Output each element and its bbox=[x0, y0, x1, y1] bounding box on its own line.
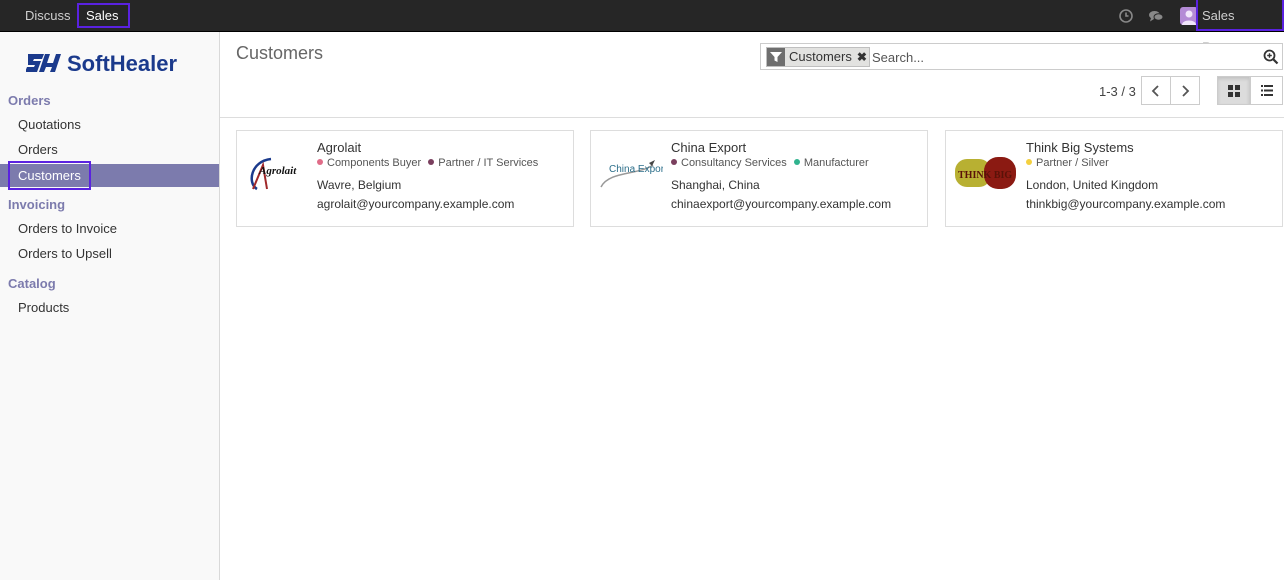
sidebar-item-orders-to-invoice[interactable]: Orders to Invoice bbox=[0, 217, 219, 240]
sidebar-item-orders-to-upsell[interactable]: Orders to Upsell bbox=[0, 242, 219, 265]
section-title-invoicing: Invoicing bbox=[8, 197, 66, 212]
control-panel-divider bbox=[220, 117, 1284, 118]
section-title-catalog: Catalog bbox=[8, 276, 56, 291]
search-icon[interactable] bbox=[1263, 49, 1279, 65]
customer-location: London, United Kingdom bbox=[1026, 178, 1159, 192]
sales-highlight-box bbox=[77, 3, 130, 28]
customer-tag: Consultancy Services bbox=[671, 157, 787, 169]
customers-highlight-box bbox=[8, 161, 91, 190]
customer-location: Wavre, Belgium bbox=[317, 178, 402, 192]
logo-text: SoftHealer bbox=[67, 51, 177, 76]
chevron-right-icon bbox=[1182, 84, 1190, 97]
customer-tag: Partner / Silver bbox=[1026, 157, 1109, 169]
sidebar-item-quotations[interactable]: Quotations bbox=[0, 113, 219, 136]
sidebar: SoftHealer Orders Quotations Orders Cust… bbox=[0, 32, 220, 580]
grid-icon bbox=[1227, 84, 1240, 97]
customer-tags: Components Buyer Partner / IT Services bbox=[317, 157, 542, 169]
facet-label: Customers bbox=[789, 49, 852, 64]
app-menu-discuss[interactable]: Discuss bbox=[19, 0, 77, 31]
customer-tag: Partner / IT Services bbox=[428, 157, 538, 169]
agrolait-logo-text: Agrolait bbox=[258, 165, 297, 177]
agrolait-logo: Agrolait bbox=[250, 157, 297, 191]
think-big-logo-text: THINK BIG bbox=[958, 170, 1012, 181]
sidebar-item-products[interactable]: Products bbox=[0, 296, 219, 319]
tag-color-dot bbox=[317, 159, 323, 165]
customer-card-think-big[interactable]: THINK BIG Think Big Systems Partner / Si… bbox=[945, 130, 1283, 227]
search-facet[interactable]: Customers ✖ bbox=[766, 47, 870, 67]
pager-value[interactable]: 1-3 / 3 bbox=[1099, 84, 1136, 99]
clock-icon[interactable] bbox=[1118, 8, 1134, 24]
tag-color-dot bbox=[793, 159, 800, 165]
tag-label: Partner / Silver bbox=[1036, 157, 1109, 169]
customer-email: agrolait@yourcompany.example.com bbox=[317, 197, 515, 211]
top-navbar: Discuss Sales Sales Person bbox=[0, 0, 1284, 54]
customer-name: China Export bbox=[671, 140, 747, 155]
tag-color-dot bbox=[428, 159, 435, 165]
customer-tag: Manufacturer bbox=[793, 157, 869, 169]
customer-email: thinkbig@yourcompany.example.com bbox=[1026, 197, 1226, 211]
pager-previous-button[interactable] bbox=[1141, 76, 1171, 105]
sidebar-item-orders[interactable]: Orders bbox=[0, 138, 219, 161]
kanban-view-button[interactable] bbox=[1217, 76, 1250, 105]
chevron-left-icon bbox=[1151, 84, 1159, 97]
china-export-logo-text: China Export bbox=[609, 164, 663, 175]
tag-label: Partner / IT Services bbox=[438, 157, 539, 169]
customer-tag: Components Buyer bbox=[317, 157, 421, 169]
list-icon bbox=[1260, 85, 1273, 96]
softhealer-logo: SoftHealer bbox=[26, 51, 177, 76]
tag-color-dot bbox=[1026, 159, 1032, 165]
facet-remove-icon[interactable]: ✖ bbox=[855, 48, 869, 66]
customer-card-agrolait[interactable]: Agrolait Agrolait Components Buyer Partn… bbox=[236, 130, 574, 227]
tag-color-dot bbox=[671, 159, 677, 165]
customer-location: Shanghai, China bbox=[671, 178, 760, 192]
customer-email: chinaexport@yourcompany.example.com bbox=[671, 197, 892, 211]
tag-label: Manufacturer bbox=[803, 157, 869, 169]
tag-label: Components Buyer bbox=[327, 157, 422, 169]
customer-tags: Consultancy Services Manufacturer bbox=[671, 157, 873, 169]
filter-icon bbox=[767, 48, 785, 66]
search-box[interactable]: Customers ✖ bbox=[760, 43, 1283, 70]
tag-label: Consultancy Services bbox=[681, 157, 787, 169]
customer-name: Think Big Systems bbox=[1026, 140, 1134, 155]
customer-tags: Partner / Silver bbox=[1026, 157, 1113, 169]
china-export-logo: China Export bbox=[600, 160, 663, 188]
customer-card-china-export[interactable]: China Export China Export Consultancy Se… bbox=[590, 130, 928, 227]
search-input[interactable] bbox=[872, 47, 1252, 67]
chat-icon[interactable] bbox=[1148, 8, 1164, 24]
customer-name: Agrolait bbox=[317, 140, 362, 155]
think-big-logo: THINK BIG bbox=[955, 157, 1016, 189]
list-view-button[interactable] bbox=[1250, 76, 1283, 105]
page-title: Customers bbox=[236, 43, 324, 63]
section-title-orders: Orders bbox=[8, 93, 51, 108]
user-highlight-box bbox=[1196, 0, 1284, 31]
pager-next-button[interactable] bbox=[1170, 76, 1200, 105]
